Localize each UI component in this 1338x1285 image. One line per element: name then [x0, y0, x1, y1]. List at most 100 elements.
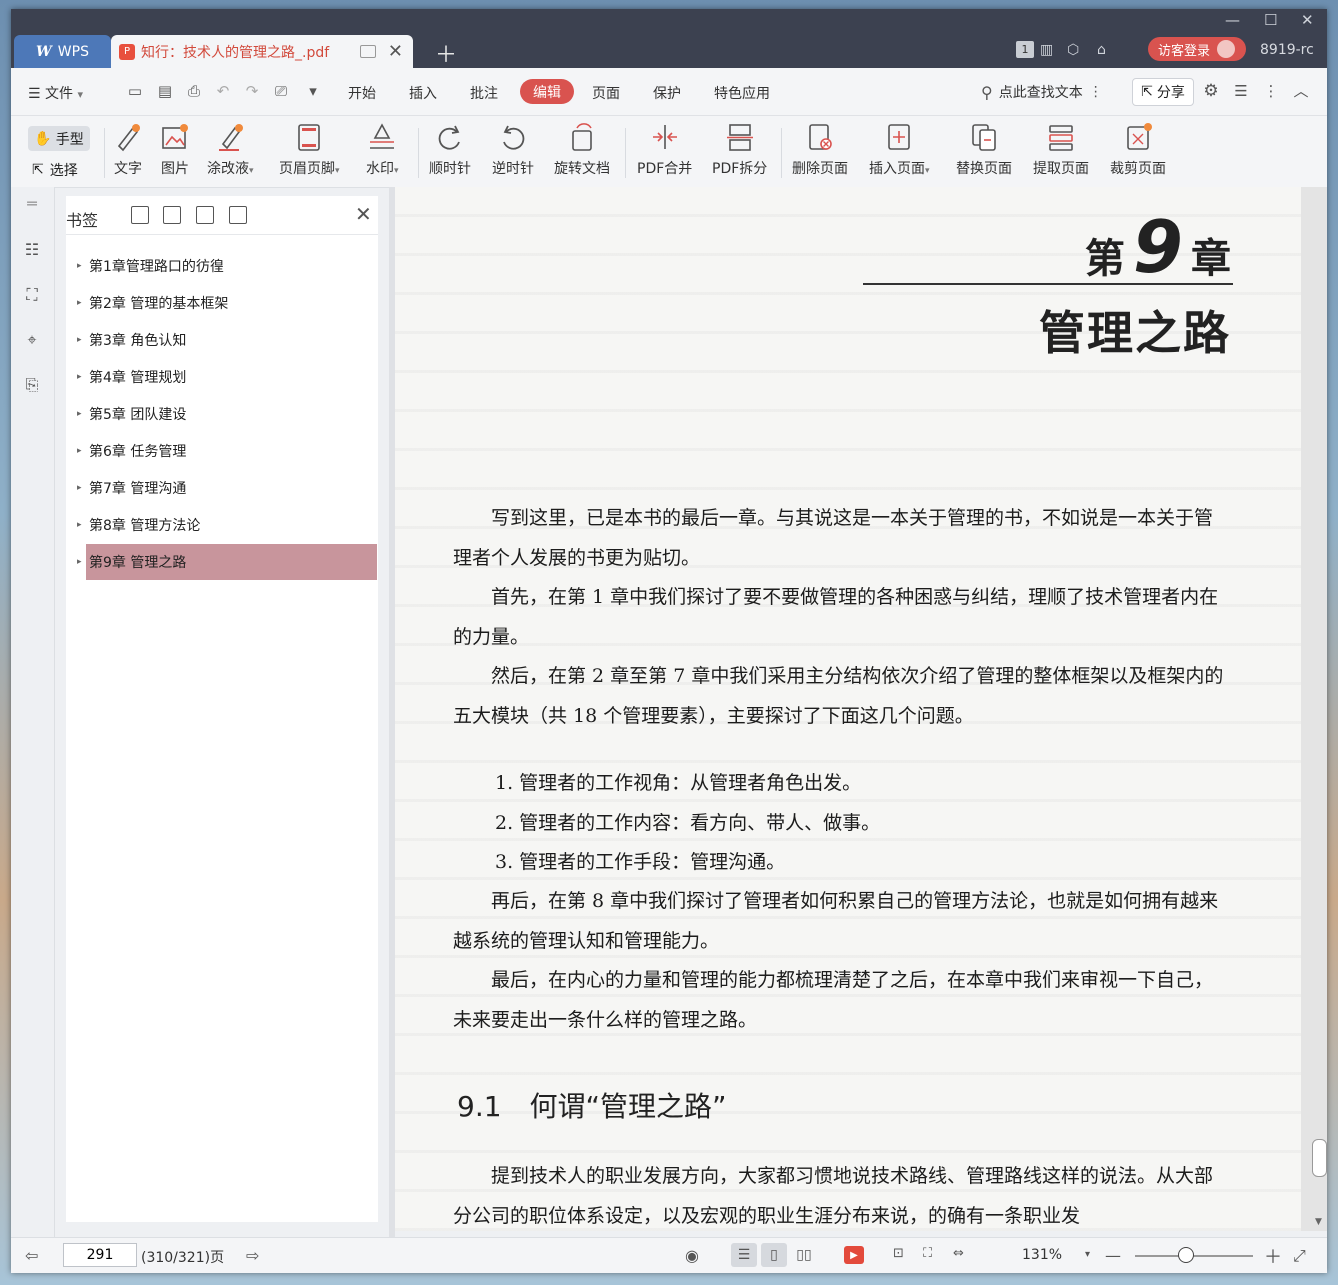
open-icon[interactable]: ▭: [126, 82, 144, 100]
undo-icon[interactable]: ↶: [214, 82, 232, 100]
select-tool-button[interactable]: ⇱ 选择: [32, 160, 78, 180]
fit-width-icon[interactable]: ⇔: [953, 1246, 964, 1261]
scroll-down-icon[interactable]: ▼: [1315, 1217, 1322, 1227]
guest-login-button[interactable]: 访客登录: [1148, 37, 1246, 61]
expand-arrow-icon[interactable]: ▸: [77, 483, 82, 493]
bookmark-item[interactable]: ▸ 第7章 管理沟通: [77, 470, 377, 506]
expand-arrow-icon[interactable]: ▸: [77, 335, 82, 345]
file-menu[interactable]: ☰ 文件 ▾: [28, 83, 83, 103]
ribbon-replace-page-button[interactable]: 替换页面: [956, 122, 1012, 178]
zoom-slider-knob[interactable]: [1177, 1247, 1194, 1263]
bookmark-list-icon[interactable]: ☷: [21, 239, 43, 261]
ribbon-header-footer-button[interactable]: 页眉页脚▾: [279, 122, 340, 178]
zoom-in-icon[interactable]: ＋: [1264, 1243, 1282, 1269]
redo-icon[interactable]: ↷: [243, 82, 261, 100]
window-count-badge[interactable]: 1: [1016, 41, 1034, 58]
bookmark-item[interactable]: ▸ 第9章 管理之路: [77, 544, 377, 580]
ribbon-watermark-button[interactable]: 水印▾: [366, 122, 399, 178]
print-icon[interactable]: ⎙: [185, 82, 203, 100]
page-number-input[interactable]: [63, 1243, 137, 1267]
next-page-icon[interactable]: ⇨: [246, 1246, 259, 1265]
menu-edit[interactable]: 编辑: [520, 79, 574, 104]
menu-start[interactable]: 开始: [348, 83, 376, 103]
expand-arrow-icon[interactable]: ▸: [77, 298, 82, 308]
document-view[interactable]: 第9章 管理之路 写到这里，已是本书的最后一章。与其说这是一本关于管理的书，不如…: [395, 187, 1327, 1231]
wps-home-tab[interactable]: W WPS: [14, 35, 111, 68]
expand-arrow-icon[interactable]: ▸: [77, 372, 82, 382]
zoom-slider[interactable]: [1135, 1255, 1253, 1257]
attachment-icon[interactable]: ⎘: [21, 374, 43, 396]
skin-icon[interactable]: ⌂: [1097, 38, 1106, 62]
vertical-scrollbar-thumb[interactable]: [1312, 1139, 1327, 1177]
ribbon-counterclockwise-button[interactable]: 逆时针: [492, 122, 534, 178]
menu-annotate[interactable]: 批注: [470, 83, 498, 103]
menu-insert[interactable]: 插入: [409, 83, 437, 103]
fit-page-icon[interactable]: ⛶: [923, 1246, 932, 1261]
expand-arrow-icon[interactable]: ▸: [77, 446, 82, 456]
search-icon: ⚲: [981, 82, 993, 102]
menu-page[interactable]: 页面: [592, 83, 620, 103]
two-page-icon[interactable]: ▯▯: [791, 1243, 817, 1267]
play-icon[interactable]: ▶: [844, 1246, 864, 1264]
expand-arrow-icon[interactable]: ▸: [77, 409, 82, 419]
tab-float-icon[interactable]: [359, 45, 376, 58]
single-page-icon[interactable]: ▯: [761, 1243, 787, 1267]
menu-protect[interactable]: 保护: [653, 83, 681, 103]
ribbon-delete-page-button[interactable]: 删除页面: [792, 122, 848, 178]
bookmark-item[interactable]: ▸ 第4章 管理规划: [77, 359, 377, 395]
close-panel-icon[interactable]: ✕: [355, 202, 372, 226]
ribbon-rotate-doc-button[interactable]: 旋转文档: [554, 122, 610, 178]
maximize-icon[interactable]: ☐: [1264, 11, 1277, 29]
bookmark-item[interactable]: ▸ 第3章 角色认知: [77, 322, 377, 358]
actual-size-icon[interactable]: ⊡: [893, 1246, 904, 1261]
find-text-button[interactable]: ⚲ 点此查找文本 ⋮: [981, 82, 1103, 102]
save-icon[interactable]: ▤: [156, 82, 174, 100]
bookmark-item[interactable]: ▸ 第8章 管理方法论: [77, 507, 377, 543]
ribbon-extract-page-button[interactable]: 提取页面: [1033, 122, 1089, 178]
convert-icon[interactable]: ⎚: [272, 82, 290, 100]
settings-icon[interactable]: ⚙: [1202, 82, 1220, 100]
hand-tool-button[interactable]: ✋ 手型: [28, 126, 90, 151]
remove-bookmark-icon[interactable]: [163, 206, 181, 224]
prev-page-icon[interactable]: ⇦: [25, 1246, 38, 1265]
comment-icon[interactable]: ☰: [1232, 82, 1250, 100]
collapse-ribbon-icon[interactable]: ︿: [1292, 82, 1310, 100]
document-tab[interactable]: P 知行：技术人的管理之路_.pdf ✕: [111, 35, 413, 68]
minimize-icon[interactable]: —: [1225, 11, 1240, 29]
menu-special[interactable]: 特色应用: [714, 83, 770, 103]
bookmark-options-icon[interactable]: [229, 206, 247, 224]
zoom-level[interactable]: 131%: [1022, 1247, 1062, 1263]
bookmark-item[interactable]: ▸ 第2章 管理的基本框架: [77, 285, 377, 321]
thumbnail-icon[interactable]: ⛶: [21, 284, 43, 306]
ribbon-insert-page-button[interactable]: 插入页面▾: [869, 122, 930, 178]
bookmark-item[interactable]: ▸ 第6章 任务管理: [77, 433, 377, 469]
share-button[interactable]: ⇱ 分享: [1132, 78, 1194, 106]
zoom-out-icon[interactable]: —: [1105, 1246, 1121, 1265]
ribbon-whiteout-button[interactable]: 涂改液▾: [207, 122, 254, 178]
fullscreen-icon[interactable]: ⤢: [1293, 1246, 1306, 1266]
tab-list-icon[interactable]: ▥: [1040, 38, 1053, 62]
continuous-mode-icon[interactable]: ☰: [731, 1243, 757, 1267]
cloud-sync-icon[interactable]: ⬡: [1067, 38, 1079, 62]
bookmark-item[interactable]: ▸ 第1章管理路口的彷徨: [77, 248, 377, 284]
ribbon-clockwise-button[interactable]: 顺时针: [429, 122, 471, 178]
new-tab-button[interactable]: ＋: [435, 37, 457, 69]
expand-arrow-icon[interactable]: ▸: [77, 520, 82, 530]
ribbon-text-button[interactable]: 文字: [113, 122, 143, 178]
customize-toolbar-icon[interactable]: ▾: [304, 82, 322, 100]
annotation-icon[interactable]: ⌖: [21, 329, 43, 351]
close-window-icon[interactable]: ✕: [1301, 11, 1314, 29]
bookmark-item[interactable]: ▸ 第5章 团队建设: [77, 396, 377, 432]
add-bookmark-icon[interactable]: [131, 206, 149, 224]
eye-protection-icon[interactable]: ◉: [685, 1246, 699, 1265]
ribbon-pdf-merge-button[interactable]: PDF合并: [637, 122, 692, 178]
expand-arrow-icon[interactable]: ▸: [77, 261, 82, 271]
expand-bookmark-icon[interactable]: [196, 206, 214, 224]
expand-arrow-icon[interactable]: ▸: [77, 557, 82, 567]
close-tab-icon[interactable]: ✕: [388, 41, 403, 62]
ribbon-crop-page-button[interactable]: 裁剪页面: [1110, 122, 1166, 178]
ribbon-pdf-split-button[interactable]: PDF拆分: [712, 122, 767, 178]
more-icon[interactable]: ⋮: [1262, 82, 1280, 100]
zoom-dropdown-icon[interactable]: ▾: [1085, 1249, 1090, 1260]
ribbon-image-button[interactable]: 图片: [160, 122, 190, 178]
